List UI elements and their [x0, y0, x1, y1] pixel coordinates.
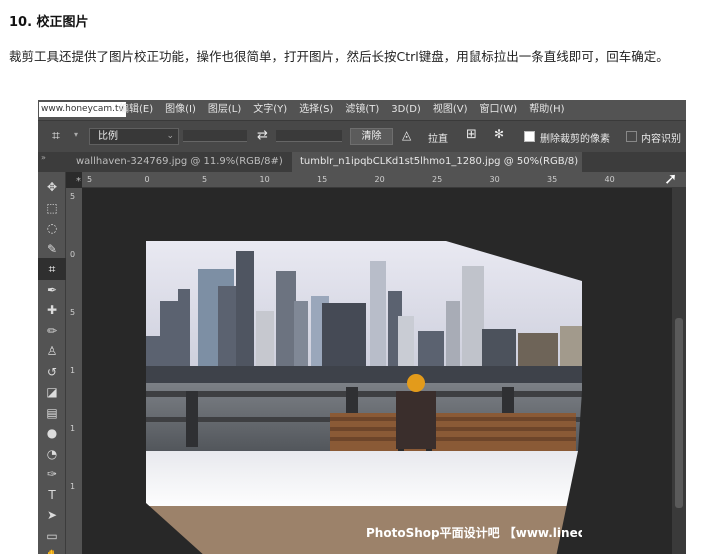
lasso-tool[interactable]: ◌: [38, 217, 66, 239]
swap-icon[interactable]: ⇄: [257, 128, 268, 143]
crop-options-icon[interactable]: ⌗: [52, 128, 60, 144]
content-aware-label: 内容识别: [641, 134, 681, 145]
menu-item[interactable]: 帮助(H): [529, 100, 564, 120]
dodge-tool[interactable]: ◔: [38, 443, 66, 465]
ruler-tick-label: 0: [144, 175, 150, 184]
ruler-tick-label: 5: [202, 175, 208, 184]
shape-tool[interactable]: ▭: [38, 525, 66, 547]
ruler-tick-label: 25: [432, 175, 443, 184]
ruler-tick-label: 5: [70, 308, 76, 317]
gear-icon[interactable]: ✻: [494, 127, 504, 141]
options-bar: ⌗ ▾ 比例 ⌄ ⇄ 清除 ◬ 拉直 ⊞ ✻ 删除裁剪的像素 内容识别: [38, 120, 686, 152]
document-tabs: » wallhaven-324769.jpg @ 11.9%(RGB/8#) *…: [38, 152, 686, 187]
chevron-down-icon: ⌄: [166, 131, 174, 141]
ruler-tick-label: 5: [70, 192, 76, 201]
horizontal-ruler: 5 0 5 10 15 20 25 30 35 40: [82, 172, 686, 188]
healing-tool[interactable]: ✚: [38, 299, 66, 321]
menu-item[interactable]: 图层(L): [208, 100, 241, 120]
ruler-tick-label: 40: [604, 175, 615, 184]
eraser-tool[interactable]: ◪: [38, 381, 66, 403]
delete-cropped-checkbox[interactable]: [524, 131, 535, 142]
instruction-paragraph: 裁剪工具还提供了图片校正功能，操作也很简单，打开图片，然后长按Ctrl键盘，用鼠…: [9, 49, 669, 64]
ruler-tick-label: 30: [489, 175, 500, 184]
eyedropper-tool[interactable]: ✒: [38, 279, 66, 301]
stamp-tool[interactable]: ♙: [38, 340, 66, 362]
delete-cropped-label: 删除裁剪的像素: [540, 134, 610, 145]
ruler-tick-label: 10: [259, 175, 270, 184]
document-image[interactable]: PhotoShop平面设计吧 【www.linecg.com/tieba/178…: [146, 241, 582, 554]
menu-item[interactable]: 窗口(W): [480, 100, 518, 120]
menu-item[interactable]: 图像(I): [165, 100, 196, 120]
canvas-area[interactable]: PhotoShop平面设计吧 【www.linecg.com/tieba/178…: [82, 188, 686, 554]
straighten-label: 拉直: [428, 134, 448, 145]
blur-tool[interactable]: ●: [38, 422, 66, 444]
ruler-tick-label: 35: [547, 175, 558, 184]
type-tool[interactable]: T: [38, 484, 66, 506]
photoshop-window: www.honeycam.tv 编辑(E) 图像(I) 图层(L) 文字(Y) 选择(S…: [38, 100, 686, 554]
ratio-select[interactable]: 比例 ⌄: [89, 128, 179, 145]
menu-list: 编辑(E) 图像(I) 图层(L) 文字(Y) 选择(S) 滤镜(T) 3D(D) 视图(V)…: [119, 100, 565, 120]
gradient-tool[interactable]: ▤: [38, 402, 66, 424]
ruler-tick-label: 5: [87, 175, 93, 184]
content-aware-checkbox[interactable]: [626, 131, 637, 142]
menu-item[interactable]: 3D(D): [391, 100, 421, 120]
path-select-tool[interactable]: ➤: [38, 504, 66, 526]
ruler-tick-label: 15: [317, 175, 328, 184]
menu-bar: www.honeycam.tv 编辑(E) 图像(I) 图层(L) 文字(Y) 选择(S…: [38, 100, 686, 120]
vertical-scrollbar[interactable]: [672, 188, 686, 554]
ruler-tick-label: 1: [70, 366, 76, 375]
crop-tool[interactable]: ⌗: [38, 258, 66, 280]
ruler-tick-label: 1: [70, 482, 76, 491]
menu-item[interactable]: 选择(S): [299, 100, 333, 120]
image-watermark: PhotoShop平面设计吧 【www.linecg.com/tieba/178…: [366, 526, 582, 540]
ruler-tick-label: 1: [70, 424, 76, 433]
menu-item[interactable]: 滤镜(T): [345, 100, 379, 120]
section-heading: 10. 校正图片: [9, 15, 89, 30]
ruler-tick-label: 20: [374, 175, 385, 184]
height-field[interactable]: [276, 130, 342, 142]
collapse-icon[interactable]: »: [41, 153, 46, 162]
scrollbar-thumb[interactable]: [675, 318, 683, 508]
tab-tumblr[interactable]: tumblr_n1ipqbCLKd1st5lhmo1_1280.jpg @ 50…: [292, 152, 582, 187]
history-brush-tool[interactable]: ↺: [38, 361, 66, 383]
chevron-down-icon[interactable]: ▾: [74, 130, 78, 139]
straighten-icon[interactable]: ◬: [402, 128, 411, 142]
quick-select-tool[interactable]: ✎: [38, 238, 66, 260]
crop-overlay: [146, 241, 582, 554]
hand-tool[interactable]: ✋: [38, 545, 66, 554]
menu-item[interactable]: 编辑(E): [119, 100, 153, 120]
width-field[interactable]: [183, 130, 247, 142]
mouse-cursor-icon: ➚: [664, 169, 678, 188]
tools-panel: ✥⬚◌✎⌗✒✚✏♙↺◪▤●◔✑T➤▭✋: [38, 172, 66, 554]
menu-item[interactable]: 文字(Y): [253, 100, 287, 120]
marquee-tool[interactable]: ⬚: [38, 197, 66, 219]
site-watermark: www.honeycam.tv: [39, 102, 126, 117]
move-tool[interactable]: ✥: [38, 176, 66, 198]
vertical-ruler: 5 0 5 1 1 1: [66, 188, 82, 554]
menu-item[interactable]: 视图(V): [433, 100, 468, 120]
ruler-tick-label: 0: [70, 250, 76, 259]
tab-wallhaven[interactable]: wallhaven-324769.jpg @ 11.9%(RGB/8#) * ×: [68, 152, 288, 187]
ratio-select-value: 比例: [98, 131, 118, 142]
pen-tool[interactable]: ✑: [38, 463, 66, 485]
clear-button[interactable]: 清除: [350, 128, 393, 145]
brush-tool[interactable]: ✏: [38, 320, 66, 342]
grid-overlay-icon[interactable]: ⊞: [466, 127, 477, 142]
